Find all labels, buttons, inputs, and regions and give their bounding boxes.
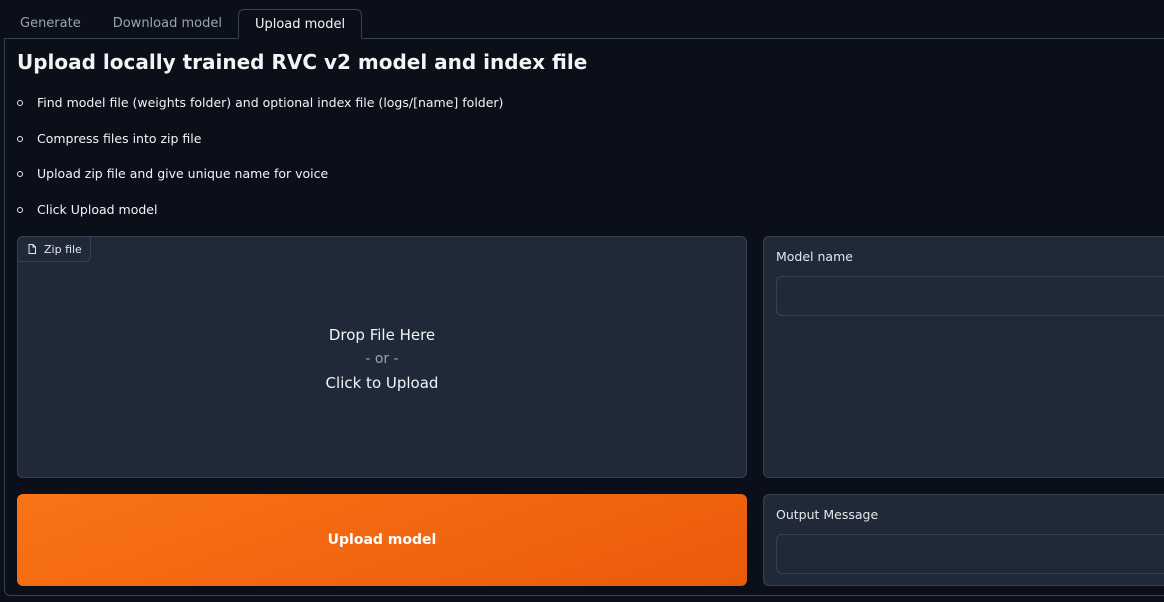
tab-panel [4,38,1164,596]
tab-bar: Generate Download model Upload model [4,9,363,39]
tab-upload-model[interactable]: Upload model [237,9,363,39]
tab-download-model[interactable]: Download model [97,9,238,39]
tab-generate[interactable]: Generate [4,9,97,39]
